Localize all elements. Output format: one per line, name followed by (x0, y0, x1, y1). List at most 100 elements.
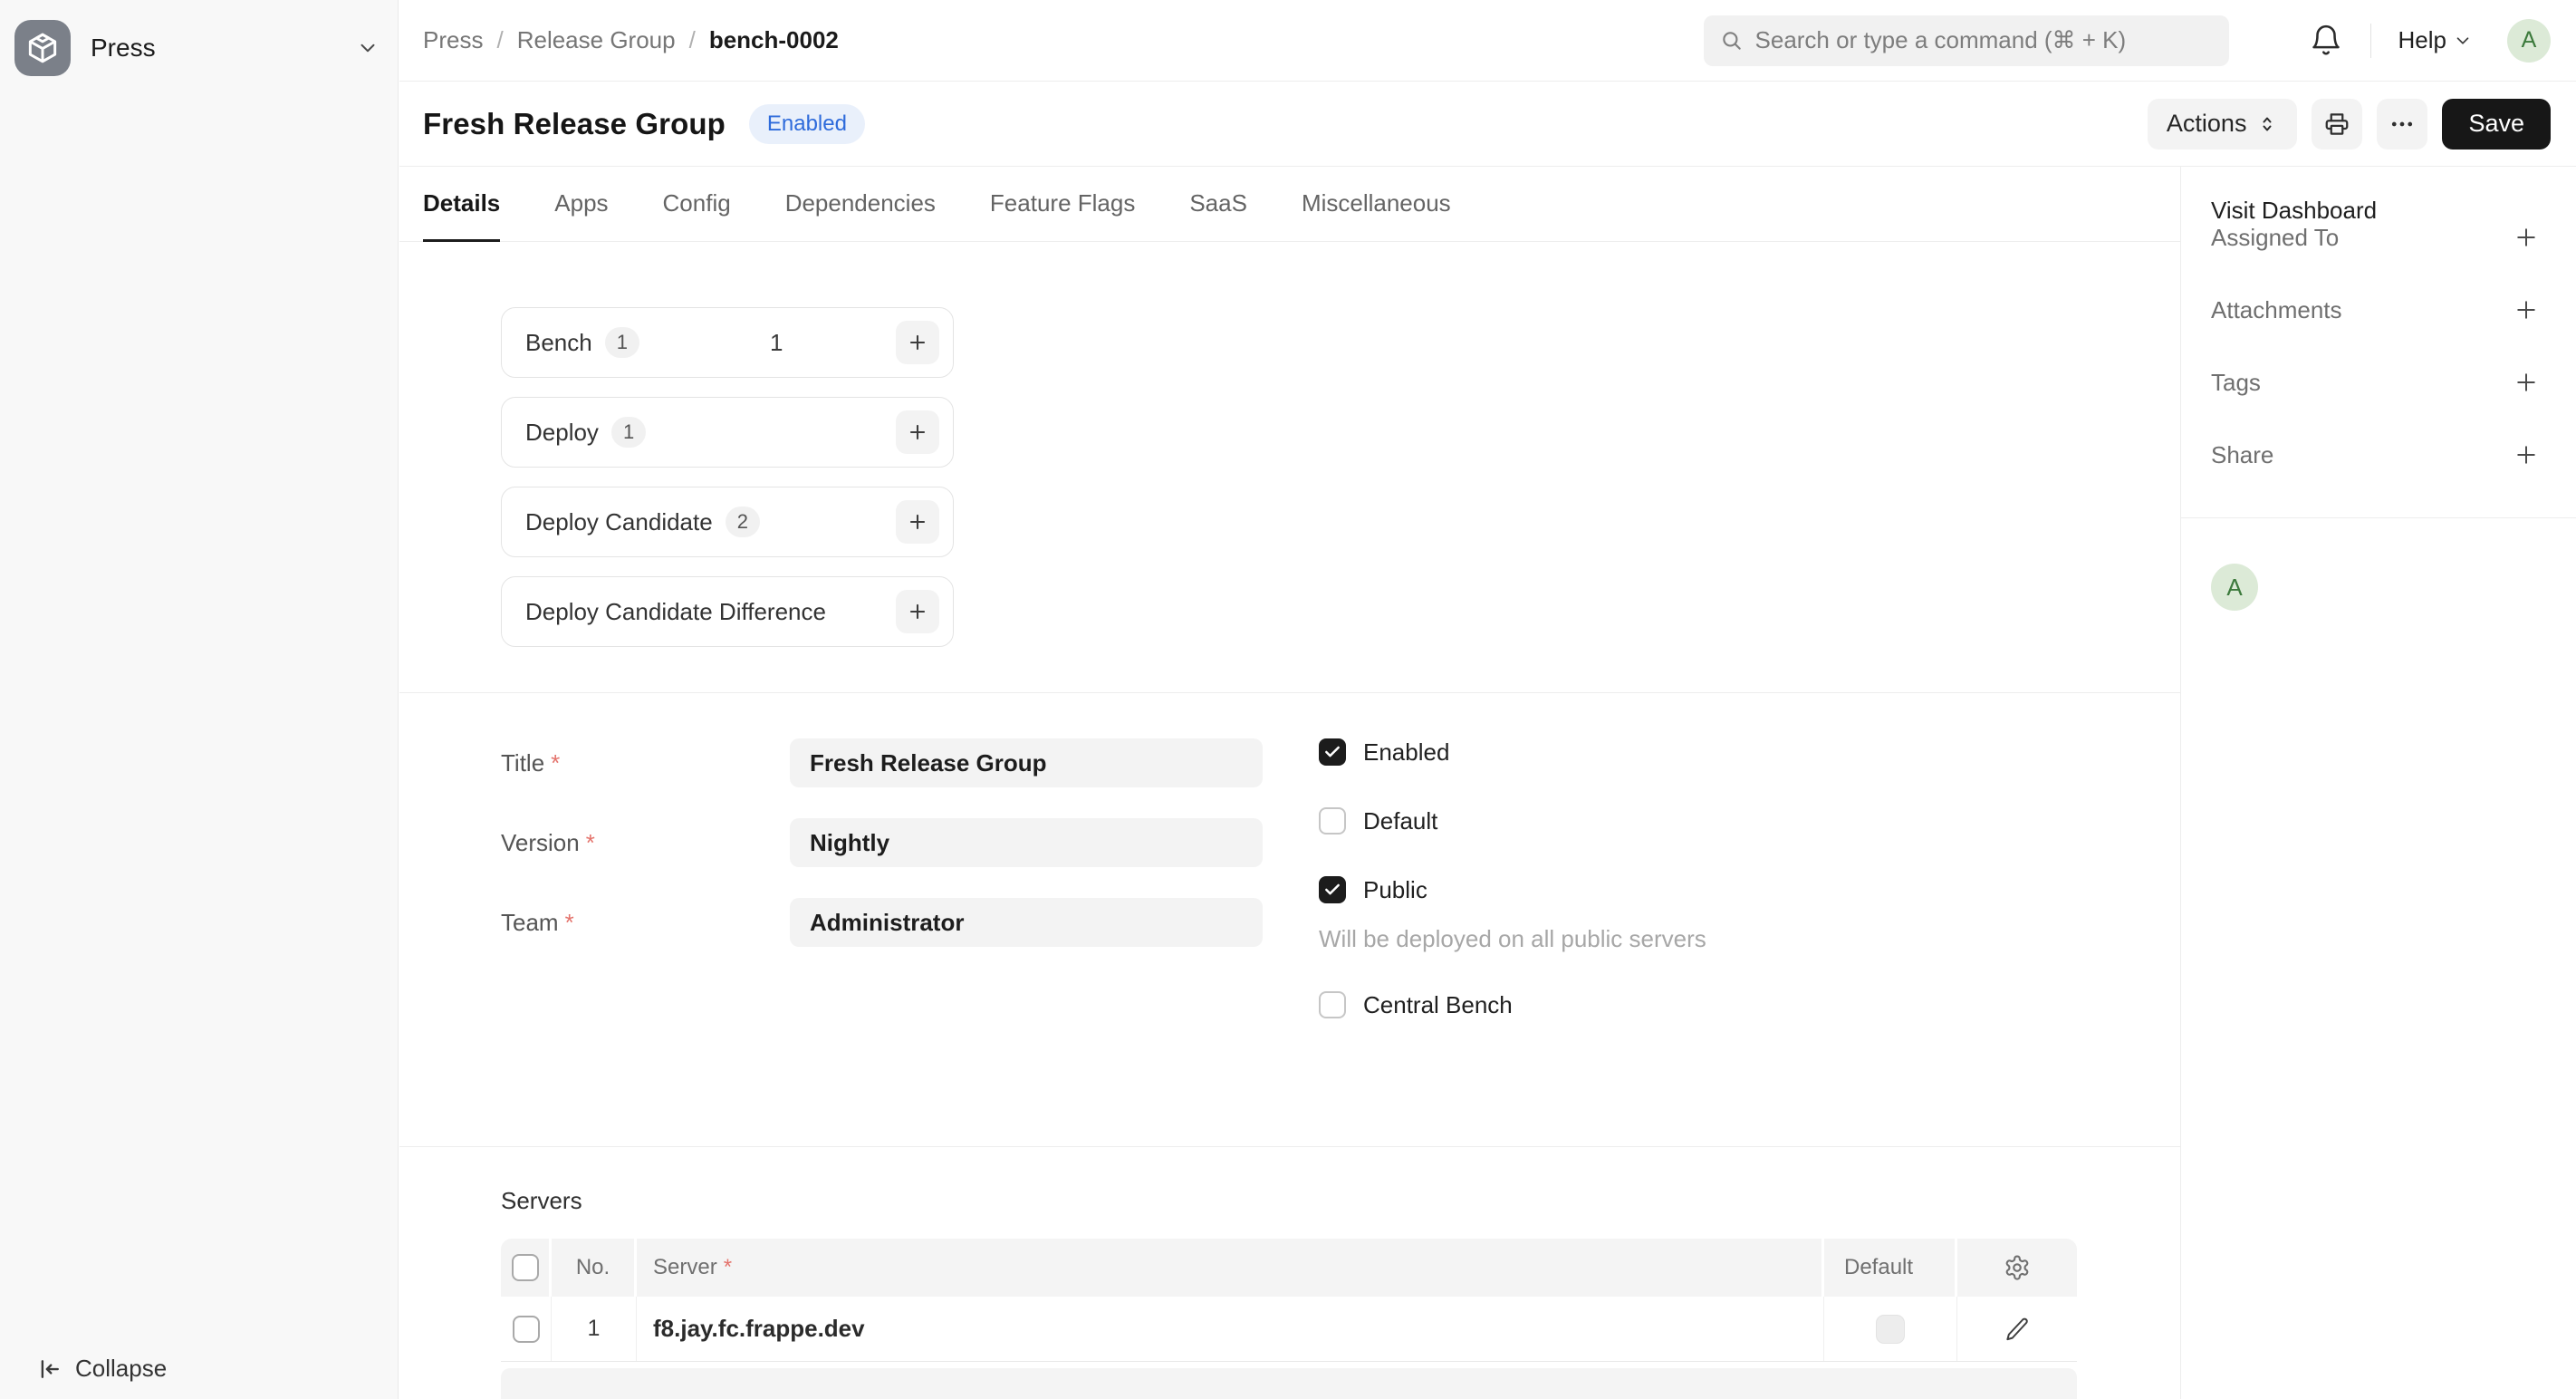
link-value: 1 (770, 329, 783, 357)
central-bench-checkbox[interactable] (1319, 991, 1346, 1018)
tab-details[interactable]: Details (423, 167, 500, 242)
actions-label: Actions (2167, 110, 2247, 138)
edit-row-button[interactable] (2004, 1316, 2031, 1343)
table-row[interactable]: 1 f8.jay.fc.frappe.dev (501, 1297, 2077, 1362)
actions-button[interactable]: Actions (2148, 99, 2298, 150)
select-all-checkbox[interactable] (512, 1254, 539, 1281)
default-checkbox-row[interactable]: Default (1319, 807, 1706, 835)
share-label: Share (2211, 441, 2273, 469)
breadcrumb-current: bench-0002 (709, 26, 839, 54)
global-search[interactable] (1704, 15, 2229, 66)
required-marker: * (551, 749, 560, 777)
ellipsis-icon (2389, 111, 2416, 138)
central-bench-checkbox-row[interactable]: Central Bench (1319, 991, 1706, 1018)
title-input[interactable]: Fresh Release Group (790, 738, 1263, 787)
add-bench-button[interactable] (896, 321, 939, 364)
enabled-checkbox[interactable] (1319, 738, 1346, 766)
link-card-bench[interactable]: Bench 1 1 (501, 307, 954, 378)
default-checkbox[interactable] (1319, 807, 1346, 835)
user-avatar[interactable]: A (2507, 19, 2551, 63)
breadcrumb-press[interactable]: Press (423, 26, 483, 54)
bell-icon (2309, 24, 2343, 58)
count-badge: 1 (611, 417, 646, 448)
link-label: Deploy (525, 419, 599, 447)
tab-apps[interactable]: Apps (554, 167, 608, 242)
breadcrumb-release-group[interactable]: Release Group (517, 26, 676, 54)
version-input[interactable]: Nightly (790, 818, 1263, 867)
panel-divider (2181, 517, 2576, 518)
app-switcher[interactable]: Press (14, 20, 380, 76)
server-name: f8.jay.fc.frappe.dev (637, 1297, 1824, 1361)
tab-dependencies[interactable]: Dependencies (785, 167, 936, 242)
search-icon (1720, 28, 1744, 53)
public-checkbox[interactable] (1319, 876, 1346, 903)
visit-dashboard-link[interactable]: Visit Dashboard (2211, 197, 2540, 224)
printer-icon (2323, 111, 2350, 138)
link-card-deploy-candidate-difference[interactable]: Deploy Candidate Difference (501, 576, 954, 647)
connections-section: Bench 1 1 Deploy 1 (399, 242, 2180, 692)
row-checkbox[interactable] (513, 1316, 540, 1343)
row-checkbox-cell (501, 1297, 552, 1361)
topbar-divider (2370, 24, 2371, 58)
field-team: Team* Administrator (501, 898, 1263, 947)
attachments-section: Attachments (2211, 296, 2540, 323)
add-attachment-button[interactable] (2513, 296, 2540, 323)
row-default-cell (1824, 1297, 1957, 1361)
table-settings-button[interactable] (2004, 1254, 2031, 1281)
link-label: Deploy Candidate (525, 508, 713, 536)
add-deploy-candidate-button[interactable] (896, 500, 939, 544)
add-share-button[interactable] (2513, 441, 2540, 468)
breadcrumb-separator: / (689, 26, 696, 54)
column-header-server: Server* (637, 1239, 1824, 1297)
status-badge: Enabled (749, 104, 865, 144)
field-label: Team* (501, 909, 790, 937)
chevron-down-icon (2453, 31, 2473, 51)
default-row-checkbox[interactable] (1876, 1315, 1905, 1344)
collapse-icon (36, 1356, 63, 1383)
check-icon (1323, 743, 1341, 761)
print-button[interactable] (2312, 99, 2362, 150)
required-marker: * (565, 909, 574, 936)
required-marker: * (724, 1255, 732, 1280)
help-menu[interactable]: Help (2398, 26, 2473, 54)
save-button[interactable]: Save (2442, 99, 2551, 150)
field-label: Version* (501, 829, 790, 857)
checkbox-label: Default (1363, 807, 1437, 835)
team-input[interactable]: Administrator (790, 898, 1263, 947)
search-input[interactable] (1755, 26, 2213, 54)
add-deploy-candidate-difference-button[interactable] (896, 590, 939, 633)
servers-section: Servers No. Server* Default (399, 1147, 2180, 1399)
field-title: Title* Fresh Release Group (501, 738, 1263, 787)
add-tag-button[interactable] (2513, 369, 2540, 396)
collapse-sidebar-button[interactable]: Collapse (36, 1355, 167, 1383)
share-section: Share (2211, 441, 2540, 468)
plus-icon (2513, 369, 2540, 396)
pencil-icon (2004, 1316, 2031, 1343)
tab-body: Bench 1 1 Deploy 1 (399, 242, 2180, 1399)
enabled-checkbox-row[interactable]: Enabled (1319, 738, 1706, 766)
tab-saas[interactable]: SaaS (1189, 167, 1247, 242)
check-icon (1323, 881, 1341, 899)
tab-feature-flags[interactable]: Feature Flags (990, 167, 1135, 242)
plus-icon (906, 331, 929, 354)
collapse-label: Collapse (75, 1355, 167, 1383)
help-label: Help (2398, 26, 2446, 54)
more-options-button[interactable] (2377, 99, 2427, 150)
add-deploy-button[interactable] (896, 410, 939, 454)
plus-icon (906, 420, 929, 444)
link-card-deploy[interactable]: Deploy 1 (501, 397, 954, 468)
link-card-deploy-candidate[interactable]: Deploy Candidate 2 (501, 487, 954, 557)
add-assignment-button[interactable] (2513, 224, 2540, 251)
main-column: Details Apps Config Dependencies Feature… (399, 167, 2180, 1399)
field-version: Version* Nightly (501, 818, 1263, 867)
tab-config[interactable]: Config (663, 167, 731, 242)
tab-miscellaneous[interactable]: Miscellaneous (1302, 167, 1451, 242)
link-label: Bench (525, 329, 592, 357)
document-sidebar: Visit Dashboard Assigned To Attachments … (2180, 167, 2576, 1399)
header-checkbox-cell (501, 1239, 552, 1297)
link-label: Deploy Candidate Difference (525, 598, 826, 626)
notifications-button[interactable] (2309, 24, 2343, 58)
table-header: No. Server* Default (501, 1239, 2077, 1297)
seen-by-avatar[interactable]: A (2211, 564, 2258, 611)
public-checkbox-row[interactable]: Public (1319, 876, 1706, 903)
